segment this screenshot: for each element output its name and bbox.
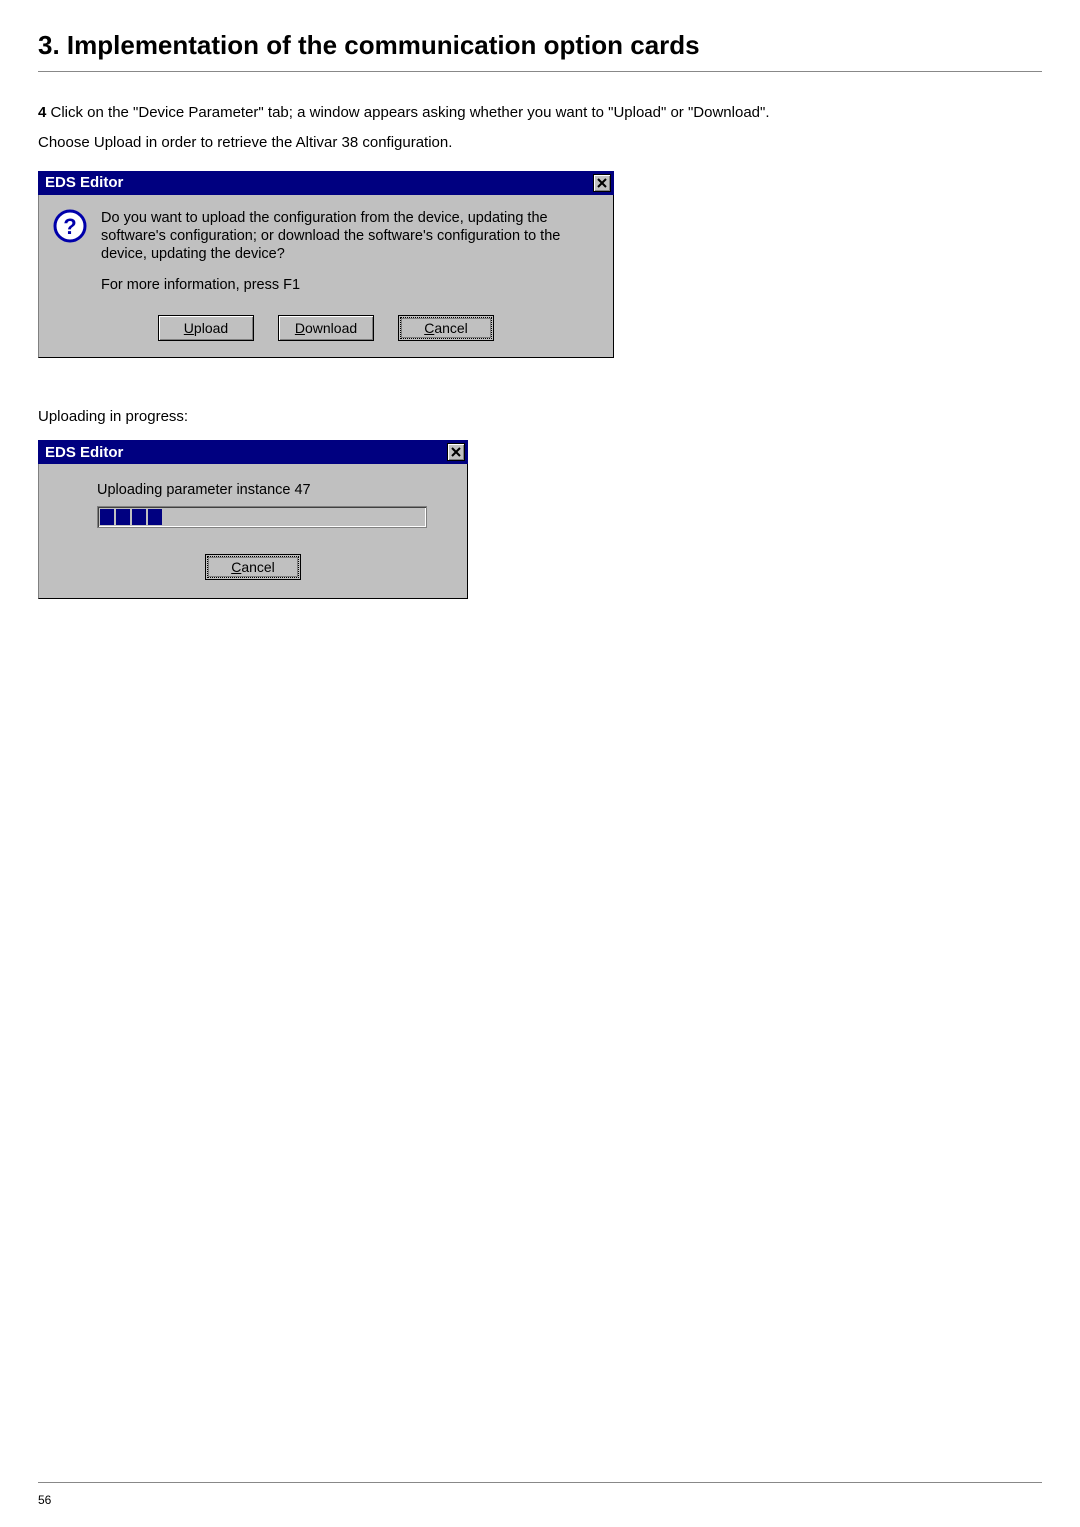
eds-progress-dialog: EDS Editor Uploading parameter instance … bbox=[38, 440, 468, 599]
close-icon bbox=[451, 447, 461, 457]
progress-segment bbox=[148, 509, 162, 525]
upload-button[interactable]: Upload bbox=[158, 315, 254, 341]
uploading-label: Uploading in progress: bbox=[38, 408, 1042, 425]
eds-confirm-dialog: EDS Editor ? Do you want to upload the c… bbox=[38, 171, 614, 358]
dialog-hint: For more information, press F1 bbox=[101, 277, 599, 293]
step-text: Click on the "Device Parameter" tab; a w… bbox=[51, 104, 770, 121]
close-button[interactable] bbox=[593, 174, 611, 192]
close-icon bbox=[597, 178, 607, 188]
close-button[interactable] bbox=[447, 443, 465, 461]
svg-text:?: ? bbox=[63, 214, 76, 239]
step-number: 4 bbox=[38, 104, 46, 121]
choose-text: Choose Upload in order to retrieve the A… bbox=[38, 134, 1042, 151]
download-button[interactable]: Download bbox=[278, 315, 374, 341]
dialog-title: EDS Editor bbox=[45, 444, 123, 461]
dialog-title: EDS Editor bbox=[45, 174, 123, 191]
dialog-message: Do you want to upload the configuration … bbox=[101, 209, 599, 263]
cancel-button[interactable]: Cancel bbox=[400, 317, 492, 339]
default-button-frame: Cancel bbox=[205, 554, 301, 580]
divider-top bbox=[38, 71, 1042, 72]
divider-bottom bbox=[38, 1482, 1042, 1483]
section-heading: 3. Implementation of the communication o… bbox=[38, 30, 1042, 61]
progress-status: Uploading parameter instance 47 bbox=[97, 482, 447, 498]
step-line: 4 Click on the "Device Parameter" tab; a… bbox=[38, 102, 1042, 124]
dialog-button-row: Upload Download Cancel bbox=[53, 315, 599, 341]
question-icon: ? bbox=[53, 209, 87, 243]
page-number: 56 bbox=[38, 1493, 1042, 1507]
dialog-titlebar[interactable]: EDS Editor bbox=[38, 440, 468, 464]
progress-segment bbox=[116, 509, 130, 525]
progress-segment bbox=[132, 509, 146, 525]
progress-segment bbox=[100, 509, 114, 525]
dialog-titlebar[interactable]: EDS Editor bbox=[38, 171, 614, 195]
cancel-button[interactable]: Cancel bbox=[207, 556, 299, 578]
progress-bar bbox=[97, 506, 427, 528]
default-button-frame: Cancel bbox=[398, 315, 494, 341]
